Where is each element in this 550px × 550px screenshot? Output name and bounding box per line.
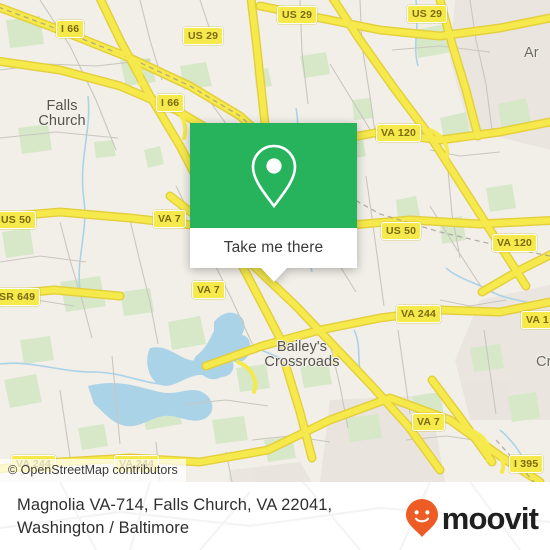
road-shield-va-120-east[interactable]: VA 120 bbox=[492, 234, 538, 252]
road-shield-i-66-west[interactable]: I 66 bbox=[56, 20, 85, 38]
osm-attribution[interactable]: © OpenStreetMap contributors bbox=[0, 458, 186, 482]
road-shield-us-29-top[interactable]: US 29 bbox=[277, 6, 318, 24]
popup-action-button[interactable]: Take me there bbox=[190, 228, 357, 268]
footer-address-line2: Washington / Baltimore bbox=[17, 519, 190, 537]
moovit-smiley-pin-icon bbox=[405, 499, 438, 537]
map-pin-icon bbox=[251, 144, 296, 208]
road-shield-sr-649[interactable]: SR 649 bbox=[0, 288, 41, 306]
footer-address-line1: Magnolia VA-714, Falls Church, VA 22041, bbox=[17, 496, 333, 514]
moovit-brand[interactable]: moovit bbox=[405, 498, 539, 538]
popup-header bbox=[190, 123, 357, 228]
popup-action-label: Take me there bbox=[223, 239, 324, 256]
footer-address: Magnolia VA-714, Falls Church, VA 22041,… bbox=[17, 494, 367, 540]
road-shield-va-7-south[interactable]: VA 7 bbox=[412, 413, 445, 431]
popup-pointer bbox=[260, 268, 287, 282]
map-canvas[interactable]: Falls Church Ar Bailey's Crossroads Cr I… bbox=[0, 0, 550, 482]
road-shield-us-29-north[interactable]: US 29 bbox=[183, 27, 224, 45]
road-shield-us-50-left[interactable]: US 50 bbox=[0, 211, 37, 229]
road-shield-va-7-mid[interactable]: VA 7 bbox=[192, 281, 225, 299]
take-me-there-popup[interactable]: Take me there bbox=[190, 123, 357, 282]
moovit-wordmark: moovit bbox=[441, 500, 539, 536]
road-shield-us-50-right[interactable]: US 50 bbox=[381, 222, 422, 240]
road-shield-i-66-center[interactable]: I 66 bbox=[156, 94, 185, 112]
moovit-map-screen: Falls Church Ar Bailey's Crossroads Cr I… bbox=[0, 0, 550, 550]
road-shield-va-7-north[interactable]: VA 7 bbox=[153, 210, 186, 228]
footer-bar: Magnolia VA-714, Falls Church, VA 22041,… bbox=[0, 482, 550, 550]
road-shield-va-120-north[interactable]: VA 120 bbox=[376, 124, 422, 142]
road-shield-va-244-east[interactable]: VA 244 bbox=[396, 305, 442, 323]
road-shield-va-1xx-edge[interactable]: VA 1 bbox=[521, 311, 550, 329]
road-shield-us-29-right[interactable]: US 29 bbox=[407, 5, 448, 23]
road-shield-i-395[interactable]: I 395 bbox=[509, 455, 544, 473]
